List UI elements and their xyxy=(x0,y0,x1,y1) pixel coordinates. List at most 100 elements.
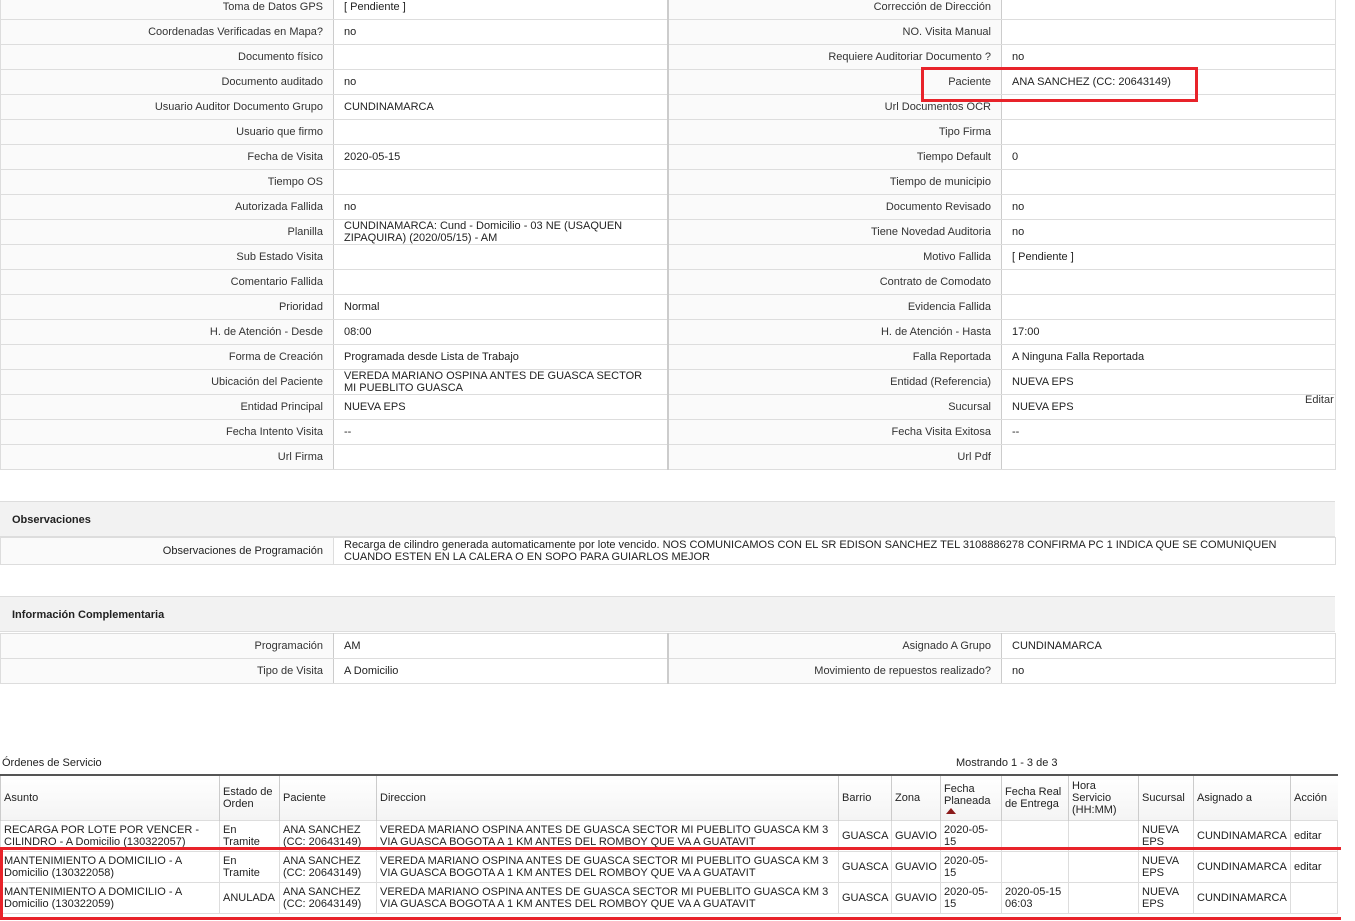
orders-count: Mostrando 1 - 3 de 3 xyxy=(956,757,1058,769)
orders-column-header[interactable]: Asignado a xyxy=(1193,774,1291,821)
field-label: Contrato de Comodato xyxy=(667,269,1002,295)
order-cell-asignado: CUNDINAMARCA xyxy=(1193,882,1291,914)
field-label: Paciente xyxy=(667,69,1002,95)
field-label: Tiempo Default xyxy=(667,144,1002,170)
column-header-label: Sucursal xyxy=(1142,792,1185,804)
detail-row: Usuario que firmo Tipo Firma xyxy=(0,119,1336,145)
field-value xyxy=(1001,94,1336,120)
orders-column-header[interactable]: Zona xyxy=(891,774,941,821)
field-label: Prioridad xyxy=(0,294,334,320)
field-label: Tipo de Visita xyxy=(0,658,334,684)
field-label: Forma de Creación xyxy=(0,344,334,370)
field-value xyxy=(1001,119,1336,145)
order-cell-fecha-planeada: 2020-05-15 xyxy=(940,851,1002,883)
order-cell-fecha-real: 2020-05-15 06:03 xyxy=(1001,882,1069,914)
detail-row: Url Firma Url Pdf xyxy=(0,444,1336,470)
field-value xyxy=(333,444,669,470)
order-cell-barrio: GUASCA xyxy=(838,851,892,883)
column-header-label: Direccion xyxy=(380,792,426,804)
detail-row: Entidad Principal NUEVA EPS Sucursal NUEVA … xyxy=(0,394,1336,420)
order-cell-zona: GUAVIO xyxy=(891,882,941,914)
order-cell-fecha-real xyxy=(1001,820,1069,852)
field-label: Motivo Fallida xyxy=(667,244,1002,270)
order-cell-paciente: ANA SANCHEZ (CC: 20643149) xyxy=(279,882,377,914)
field-label: NO. Visita Manual xyxy=(667,19,1002,45)
order-cell-hora xyxy=(1068,882,1139,914)
orders-column-header[interactable]: Sucursal xyxy=(1138,774,1194,821)
column-header-label: Acción xyxy=(1294,792,1328,804)
field-value xyxy=(1001,444,1336,470)
orders-column-header[interactable]: Acción xyxy=(1290,774,1338,821)
detail-row: Fecha Intento Visita -- Fecha Visita Exito… xyxy=(0,419,1336,445)
column-header-label: Estado de Orden xyxy=(223,786,273,810)
field-value xyxy=(333,169,669,195)
field-label: Requiere Auditoriar Documento ? xyxy=(667,44,1002,70)
edit-order-link[interactable] xyxy=(1290,882,1338,914)
orders-column-header[interactable]: Asunto xyxy=(0,774,220,821)
field-value xyxy=(1001,169,1336,195)
detail-row: Fecha de Visita 2020-05-15 Tiempo Default 0 xyxy=(0,144,1336,170)
detail-row: Prioridad Normal Evidencia Fallida xyxy=(0,294,1336,320)
order-cell-estado: ANULADA xyxy=(219,882,280,914)
field-value: Normal xyxy=(333,294,669,320)
field-label: Documento auditado xyxy=(0,69,334,95)
orders-column-header[interactable]: Hora Servicio (HH:MM) xyxy=(1068,774,1139,821)
edit-link[interactable]: Editar xyxy=(1305,394,1334,406)
field-value: 17:00 xyxy=(1001,319,1336,345)
detail-row: Forma de Creación Programada desde Lista … xyxy=(0,344,1336,370)
complementaria-section-title: Información Complementaria xyxy=(0,596,1335,632)
order-cell-direccion: VEREDA MARIANO OSPINA ANTES DE GUASCA SE… xyxy=(376,882,839,914)
field-label: Ubicación del Paciente xyxy=(0,369,334,395)
detail-row: Documento físico Requiere Auditoriar Docu… xyxy=(0,44,1336,70)
field-value: -- xyxy=(333,419,669,445)
field-value: [ Pendiente ] xyxy=(1001,244,1336,270)
orders-column-header[interactable]: Paciente xyxy=(279,774,377,821)
field-value xyxy=(333,119,669,145)
order-cell-estado: En Tramite xyxy=(219,820,280,852)
orders-column-header[interactable]: Barrio xyxy=(838,774,892,821)
orders-title: Órdenes de Servicio xyxy=(2,757,102,769)
orders-column-header[interactable]: Direccion xyxy=(376,774,839,821)
field-value: no xyxy=(333,19,669,45)
field-value xyxy=(333,244,669,270)
field-label: Asignado A Grupo xyxy=(667,633,1002,659)
edit-order-link[interactable]: editar xyxy=(1290,820,1338,852)
column-header-label: Paciente xyxy=(283,792,326,804)
observaciones-row: Observaciones de Programación Recarga de… xyxy=(0,537,1336,565)
orders-column-header[interactable]: Fecha Planeada xyxy=(940,774,1002,821)
detail-row: Tiempo OS Tiempo de municipio xyxy=(0,169,1336,195)
order-cell-paciente: ANA SANCHEZ (CC: 20643149) xyxy=(279,820,377,852)
column-header-label: Zona xyxy=(895,792,921,804)
field-value: NUEVA EPS xyxy=(333,394,669,420)
order-cell-asignado: CUNDINAMARCA xyxy=(1193,820,1291,852)
field-label: Planilla xyxy=(0,219,334,245)
field-value: 08:00 xyxy=(333,319,669,345)
field-value: CUNDINAMARCA xyxy=(1001,633,1336,659)
detail-row: Documento auditado no Paciente ANA SANCHEZ … xyxy=(0,69,1336,95)
order-cell-hora xyxy=(1068,820,1139,852)
field-label: Documento Revisado xyxy=(667,194,1002,220)
field-label: Usuario que firmo xyxy=(0,119,334,145)
field-label: Url Documentos OCR xyxy=(667,94,1002,120)
field-value: AM xyxy=(333,633,669,659)
field-label: Autorizada Fallida xyxy=(0,194,334,220)
field-value: no xyxy=(1001,194,1336,220)
column-header-label: Barrio xyxy=(842,792,872,804)
orders-column-header[interactable]: Estado de Orden xyxy=(219,774,280,821)
orders-column-header[interactable]: Fecha Real de Entrega xyxy=(1001,774,1069,821)
order-cell-barrio: GUASCA xyxy=(838,820,892,852)
field-label: Usuario Auditor Documento Grupo xyxy=(0,94,334,120)
field-value: A Ninguna Falla Reportada xyxy=(1001,344,1336,370)
observaciones-label: Observaciones de Programación xyxy=(0,537,334,565)
detail-row: Comentario Fallida Contrato de Comodato xyxy=(0,269,1336,295)
field-label: Fecha Intento Visita xyxy=(0,419,334,445)
field-value xyxy=(1001,294,1336,320)
sort-ascending-icon[interactable] xyxy=(946,807,956,814)
field-label: Fecha Visita Exitosa xyxy=(667,419,1002,445)
order-cell-hora xyxy=(1068,851,1139,883)
field-value: [ Pendiente ] xyxy=(333,0,669,20)
edit-order-link[interactable]: editar xyxy=(1290,851,1338,883)
order-cell-paciente: ANA SANCHEZ (CC: 20643149) xyxy=(279,851,377,883)
field-value: no xyxy=(333,69,669,95)
scrollbar[interactable] xyxy=(1341,0,1355,921)
